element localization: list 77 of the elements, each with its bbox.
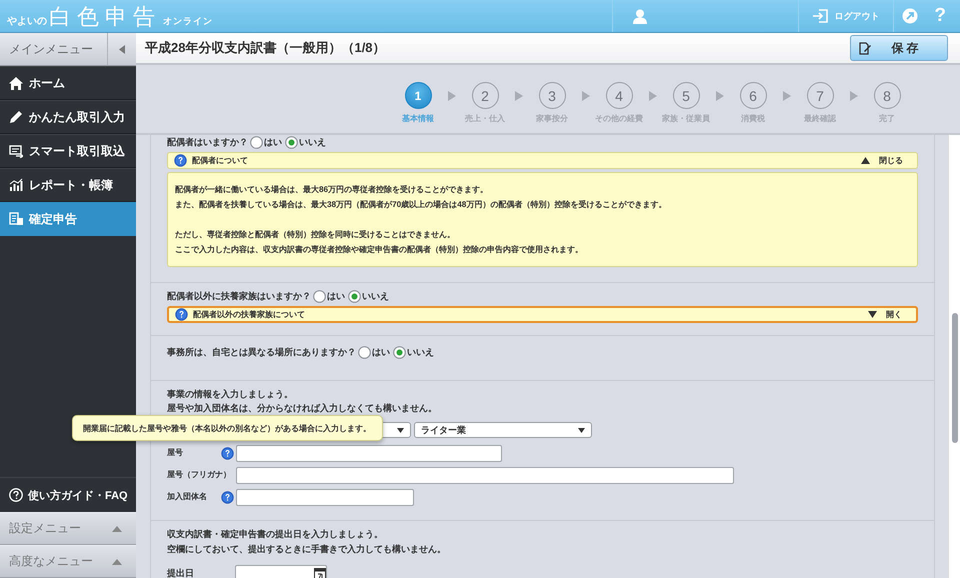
date-field[interactable] — [235, 565, 327, 578]
radio-button[interactable] — [250, 136, 263, 149]
collapse-icon[interactable] — [119, 44, 125, 54]
logo-title: 白色申告 — [49, 6, 161, 28]
info-text: ただし、専従者控除と配偶者（特別）控除を同時に受けることはできません。 — [175, 229, 455, 241]
sidebar-item[interactable]: 確定申告 — [0, 202, 136, 236]
info-header[interactable]: 配偶者について 閉じる — [167, 152, 918, 169]
radio-option[interactable]: いいえ — [393, 346, 434, 359]
document-edit-icon — [859, 42, 871, 54]
info-header[interactable]: 配偶者以外の扶養家族について 開く — [167, 306, 918, 323]
home-icon — [9, 76, 23, 90]
instruction-text: 屋号や加入団体名は、分からなければ入力しなくても構いません。 — [167, 402, 437, 415]
radio-button[interactable] — [358, 346, 371, 359]
radio-option[interactable]: いいえ — [348, 290, 389, 303]
scrollbar[interactable] — [948, 135, 960, 578]
question-label: 配偶者以外に扶養家族はいますか？ — [167, 290, 311, 303]
instruction-text: 空欄にしておいて、提出するときに手書きで入力しても構いません。 — [167, 543, 446, 556]
radio-option[interactable]: いいえ — [285, 136, 326, 149]
radio-option[interactable]: はい — [250, 136, 282, 149]
radio-button[interactable] — [285, 136, 298, 149]
instruction-text: 事業の情報を入力しましょう。 — [167, 388, 293, 401]
info-title: 配偶者以外の扶養家族について — [193, 309, 306, 320]
pencil-icon — [9, 110, 23, 124]
question-circle-icon — [9, 488, 23, 502]
text-field[interactable] — [236, 488, 414, 506]
question-label: 配偶者はいますか？ — [167, 136, 248, 149]
radio-option[interactable]: はい — [358, 346, 390, 359]
triangle-up-icon — [112, 526, 122, 532]
radio-button[interactable] — [348, 290, 361, 303]
field-label: 加入団体名 — [167, 491, 208, 503]
step-arrow-icon — [648, 91, 656, 101]
industry-dropdown[interactable]: ライター業 — [414, 422, 592, 438]
sidebar-item[interactable]: かんたん取引入力 — [0, 100, 136, 134]
logout-icon — [813, 9, 828, 23]
bar-chart-icon — [9, 178, 23, 192]
caret-down-icon — [578, 428, 585, 432]
field-label: 屋号（フリガナ） — [167, 469, 232, 481]
text-field[interactable] — [236, 444, 502, 462]
save-button[interactable]: 保 存 — [850, 35, 948, 61]
menu-title: メインメニュー — [8, 40, 94, 58]
radio-button[interactable] — [393, 346, 406, 359]
logo-text: オンライン — [163, 15, 213, 28]
step-arrow-icon — [716, 91, 724, 101]
page-title: 平成28年分収支内訳書（一般用）（1/8） — [145, 39, 386, 57]
field-label: 提出日 — [167, 567, 195, 578]
logo-text: やよいの — [7, 15, 47, 28]
info-text: また、配偶者を扶養している場合は、最大38万円（配偶者が70歳以上の場合は48万円）の配偶者（特別）控除を受けることができます。 — [175, 199, 666, 211]
info-text: ここで入力した内容は、収支内訳書の専従者控除や確定申告書の配偶者（特別）控除の申告内容で使用されます。 — [175, 244, 583, 256]
info-title: 配偶者について — [192, 155, 249, 166]
radio-button[interactable] — [313, 290, 326, 303]
document-icon — [9, 212, 23, 226]
triangle-up-icon — [861, 157, 870, 164]
text-field[interactable] — [236, 466, 734, 484]
toggle-label[interactable]: 開く — [886, 309, 902, 320]
instruction-text: 収支内訳書・確定申告書の提出日を入力しましょう。 — [167, 528, 383, 541]
sidebar-item[interactable]: ホーム — [0, 66, 136, 100]
field-label: 屋号 — [167, 447, 184, 459]
caret-down-icon — [397, 428, 404, 432]
step-arrow-icon — [582, 91, 590, 101]
triangle-down-icon — [868, 311, 877, 318]
step-arrow-icon — [514, 91, 522, 101]
radio-option[interactable]: はい — [313, 290, 345, 303]
calendar-icon[interactable] — [314, 566, 326, 578]
tooltip: 開業届に記載した屋号や雅号（本名以外の別名など）がある場合に入力します。 — [72, 415, 383, 441]
info-text: 配偶者が一緒に働いている場合は、最大86万円の専従者控除を受けることができます。 — [175, 184, 488, 196]
chat-icon[interactable] — [902, 8, 918, 24]
step-label: 基本情報 — [402, 113, 434, 124]
toggle-label[interactable]: 閉じる — [879, 155, 903, 166]
step-arrow-icon — [448, 91, 456, 101]
step-arrow-icon — [782, 91, 790, 101]
user-icon — [633, 8, 648, 24]
step-arrow-icon — [850, 91, 858, 101]
sidebar-item[interactable]: スマート取引取込 — [0, 134, 136, 168]
question-label: 事務所は、自宅とは異なる場所にありますか？ — [167, 346, 356, 359]
help-icon — [175, 308, 188, 321]
triangle-up-icon — [112, 558, 122, 564]
help-icon — [174, 154, 187, 167]
